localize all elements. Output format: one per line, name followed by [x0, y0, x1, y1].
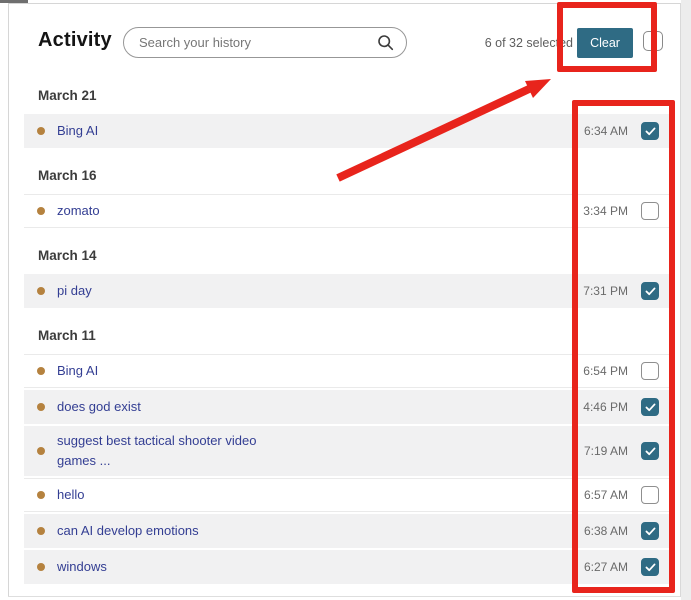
page-border-left [8, 3, 9, 597]
page-title: Activity [38, 29, 112, 52]
date-rows: Bing AI 6:34 AM [24, 114, 672, 148]
history-row: hello 6:57 AM [24, 478, 672, 512]
timestamp: 6:34 AM [584, 124, 628, 138]
history-row: zomato 3:34 PM [24, 194, 672, 228]
date-rows: pi day 7:31 PM [24, 274, 672, 308]
bullet-icon [37, 447, 45, 455]
date-section: March 21 Bing AI 6:34 AM [24, 88, 672, 148]
history-row: pi day 7:31 PM [24, 274, 672, 308]
search-input[interactable] [139, 35, 377, 50]
history-row: does god exist 4:46 PM [24, 390, 672, 424]
history-row: can AI develop emotions 6:38 AM [24, 514, 672, 548]
date-heading: March 16 [38, 168, 672, 184]
row-checkbox[interactable] [641, 486, 659, 504]
scrollbar-track [681, 0, 691, 600]
history-entry-link[interactable]: suggest best tactical shooter video game… [57, 431, 285, 471]
bullet-icon [37, 367, 45, 375]
row-checkbox[interactable] [641, 202, 659, 220]
check-icon [645, 287, 656, 296]
clear-button[interactable]: Clear [577, 28, 633, 58]
history-entry-link[interactable]: does god exist [57, 397, 141, 417]
check-icon [645, 403, 656, 412]
page-border-bottom [8, 596, 681, 597]
history-row: windows 6:27 AM [24, 550, 672, 584]
row-checkbox[interactable] [641, 362, 659, 380]
search-box[interactable] [123, 27, 407, 58]
timestamp: 7:31 PM [583, 284, 628, 298]
timestamp: 6:57 AM [584, 488, 628, 502]
bullet-icon [37, 403, 45, 411]
bullet-icon [37, 491, 45, 499]
date-rows: zomato 3:34 PM [24, 194, 672, 228]
date-heading: March 14 [38, 248, 672, 264]
history-entry-link[interactable]: windows [57, 557, 107, 577]
check-icon [645, 527, 656, 536]
check-icon [645, 447, 656, 456]
date-rows: Bing AI 6:54 PM does god exist 4:46 PM s… [24, 354, 672, 584]
bullet-icon [37, 207, 45, 215]
timestamp: 3:34 PM [583, 204, 628, 218]
activity-history-panel: Activity 6 of 32 selected Clear March 21… [0, 0, 691, 600]
history-entry-link[interactable]: Bing AI [57, 121, 98, 141]
row-checkbox[interactable] [641, 442, 659, 460]
history-entry-link[interactable]: can AI develop emotions [57, 521, 199, 541]
bullet-icon [37, 287, 45, 295]
history-list: March 21 Bing AI 6:34 AM March 16 zomato… [24, 80, 672, 586]
bullet-icon [37, 127, 45, 135]
bullet-icon [37, 563, 45, 571]
select-all-checkbox[interactable] [643, 31, 663, 51]
row-checkbox[interactable] [641, 122, 659, 140]
check-icon [645, 563, 656, 572]
history-entry-link[interactable]: hello [57, 485, 84, 505]
row-checkbox[interactable] [641, 398, 659, 416]
search-icon[interactable] [377, 34, 394, 51]
bullet-icon [37, 527, 45, 535]
row-checkbox[interactable] [641, 558, 659, 576]
row-checkbox[interactable] [641, 522, 659, 540]
date-section: March 11 Bing AI 6:54 PM does god exist … [24, 328, 672, 584]
timestamp: 6:54 PM [583, 364, 628, 378]
date-heading: March 11 [38, 328, 672, 344]
history-entry-link[interactable]: Bing AI [57, 361, 98, 381]
check-icon [645, 127, 656, 136]
history-row: Bing AI 6:54 PM [24, 354, 672, 388]
date-heading: March 21 [38, 88, 672, 104]
selection-status: 6 of 32 selected [420, 36, 573, 50]
date-section: March 14 pi day 7:31 PM [24, 248, 672, 308]
timestamp: 4:46 PM [583, 400, 628, 414]
history-entry-link[interactable]: pi day [57, 281, 92, 301]
timestamp: 7:19 AM [584, 444, 628, 458]
history-row: Bing AI 6:34 AM [24, 114, 672, 148]
timestamp: 6:38 AM [584, 524, 628, 538]
history-entry-link[interactable]: zomato [57, 201, 100, 221]
row-checkbox[interactable] [641, 282, 659, 300]
timestamp: 6:27 AM [584, 560, 628, 574]
date-section: March 16 zomato 3:34 PM [24, 168, 672, 228]
history-row: suggest best tactical shooter video game… [24, 426, 672, 476]
page-border-top [8, 3, 681, 4]
